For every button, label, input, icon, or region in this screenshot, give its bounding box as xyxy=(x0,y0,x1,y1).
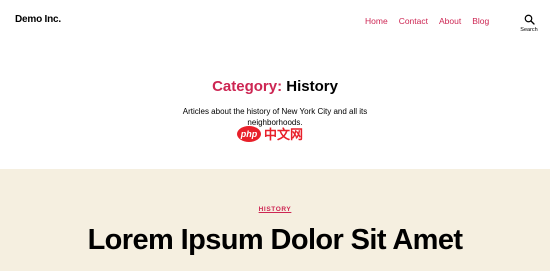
menu-item-about[interactable]: About xyxy=(439,16,461,26)
archive-title: Category: History xyxy=(0,78,550,95)
search-toggle-button[interactable]: Search xyxy=(516,14,542,40)
menu-item-blog[interactable]: Blog xyxy=(472,16,489,26)
archive-header: Category: History Articles about the his… xyxy=(0,78,550,127)
post-section: HISTORY Lorem Ipsum Dolor Sit Amet xyxy=(0,169,550,271)
post-title[interactable]: Lorem Ipsum Dolor Sit Amet xyxy=(0,224,550,257)
search-icon xyxy=(524,14,535,25)
site-header: Demo Inc. Home Contact About Blog Search xyxy=(0,0,550,42)
watermark-logo: php xyxy=(237,125,261,142)
menu-item-home[interactable]: Home xyxy=(365,16,388,26)
primary-menu: Home Contact About Blog xyxy=(365,16,500,26)
post-category: HISTORY xyxy=(0,206,550,213)
post-category-link[interactable]: HISTORY xyxy=(259,206,292,213)
search-label: Search xyxy=(520,27,538,33)
page: Demo Inc. Home Contact About Blog Search… xyxy=(0,0,550,271)
archive-description-line1: Articles about the history of New York C… xyxy=(182,107,368,116)
archive-title-prefix: Category: xyxy=(212,78,283,95)
archive-description: Articles about the history of New York C… xyxy=(0,106,550,127)
watermark-text: 中文网 xyxy=(264,128,304,143)
php-watermark: php 中文网 xyxy=(237,124,303,143)
menu-item-contact[interactable]: Contact xyxy=(399,16,428,26)
site-title[interactable]: Demo Inc. xyxy=(15,14,61,25)
archive-title-name: History xyxy=(286,78,338,95)
